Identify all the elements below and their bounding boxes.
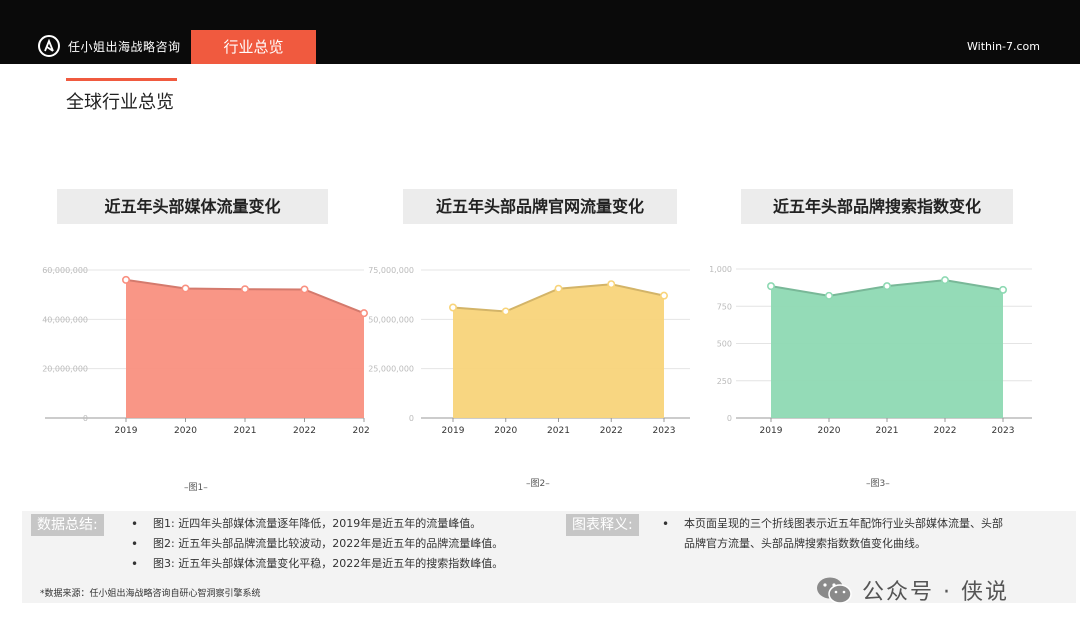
x-tick-label: 2022 xyxy=(934,426,957,436)
data-point xyxy=(767,282,776,291)
x-tick-label: 2020 xyxy=(494,426,517,436)
x-tick-label: 2019 xyxy=(442,426,465,436)
y-tick-label: 0 xyxy=(409,414,414,423)
watermark-text: 公众号 · 侠说 xyxy=(862,580,1009,605)
chart1-title: 近五年头部媒体流量变化 xyxy=(57,189,328,224)
chart3-caption: –图3– xyxy=(866,479,890,489)
data-point xyxy=(181,284,190,293)
x-tick-label: 2021 xyxy=(547,426,570,436)
chart3-area-chart: 0 250 500 750 1,000 2019 2020 2021 2022 2023 xyxy=(709,265,1032,436)
y-tick-label: 20,000,000 xyxy=(42,365,88,374)
y-tick-label: 250 xyxy=(717,377,732,386)
data-point xyxy=(554,284,563,293)
explain-list: 本页面呈现的三个折线图表示近五年配饰行业头部媒体流量、头部品牌官方流量、头部品牌… xyxy=(658,514,1003,554)
data-point xyxy=(998,285,1007,294)
wechat-icon xyxy=(817,577,852,604)
x-tick-label: 2022 xyxy=(600,426,623,436)
y-tick-label: 60,000,000 xyxy=(42,266,88,275)
y-tick-label: 25,000,000 xyxy=(368,365,414,374)
chart2-title: 近五年头部品牌官网流量变化 xyxy=(403,189,677,224)
y-tick-label: 50,000,000 xyxy=(368,315,414,324)
summary-item: 图2: 近五年头部品牌流量比较波动，2022年是近五年的品牌流量峰值。 xyxy=(127,534,567,554)
y-tick-label: 750 xyxy=(717,302,732,311)
summary-label: 数据总结: xyxy=(31,514,104,536)
area-fill xyxy=(453,284,664,418)
brand-name: 任小姐出海战略咨询 xyxy=(68,40,181,54)
y-tick-label: 0 xyxy=(83,414,88,423)
chart2-area-chart: 0 25,000,000 50,000,000 75,000,000 2019 2020 2… xyxy=(368,266,690,436)
y-tick-label: 500 xyxy=(717,340,732,349)
page-title: 全球行业总览 xyxy=(66,92,174,113)
data-source-note: *数据来源：任小姐出海战略咨询自研心智洞察引擎系统 xyxy=(40,589,261,599)
x-tick-label: 2019 xyxy=(115,426,138,436)
area-fill xyxy=(771,280,1003,418)
chart2-caption: –图2– xyxy=(526,479,550,489)
x-tick-label: 2023 xyxy=(653,426,676,436)
chart1-caption: –图1– xyxy=(184,483,208,493)
data-point xyxy=(883,282,892,291)
explain-text: 本页面呈现的三个折线图表示近五年配饰行业头部媒体流量、头部品牌官方流量、头部品牌… xyxy=(658,514,1003,554)
chart3-title: 近五年头部品牌搜索指数变化 xyxy=(741,189,1013,224)
x-tick-label: 2021 xyxy=(234,426,257,436)
summary-list: 图1: 近四年头部媒体流量逐年降低，2019年是近五年的流量峰值。 图2: 近五… xyxy=(127,514,567,574)
area-fill xyxy=(126,279,364,418)
y-tick-label: 0 xyxy=(727,414,732,423)
x-tick-label: 2022 xyxy=(293,426,316,436)
data-point xyxy=(241,285,250,294)
data-point xyxy=(941,276,950,285)
y-tick-label: 40,000,000 xyxy=(42,315,88,324)
summary-item: 图3: 近五年头部媒体流量变化平稳，2022年是近五年的搜索指数峰值。 xyxy=(127,554,567,574)
data-point xyxy=(607,280,616,289)
y-tick-label: 75,000,000 xyxy=(368,266,414,275)
x-tick-label: 2023 xyxy=(992,426,1015,436)
top-bar: 任小姐出海战略咨询 行业总览 Within-7.com xyxy=(0,0,1080,64)
data-point xyxy=(501,307,510,316)
data-point xyxy=(659,291,668,300)
x-tick-label: 2020 xyxy=(818,426,841,436)
chart1-area-chart: 0 20,000,000 40,000,000 60,000,000 2019 2020 2… xyxy=(42,266,370,436)
data-point xyxy=(122,275,131,284)
data-point xyxy=(825,291,834,300)
data-point xyxy=(449,303,458,312)
site-url[interactable]: Within-7.com xyxy=(967,40,1040,53)
tab-industry-overview[interactable]: 行业总览 xyxy=(191,30,316,64)
brand-logo-icon xyxy=(38,35,60,57)
title-accent-line xyxy=(66,78,177,81)
summary-item: 图1: 近四年头部媒体流量逐年降低，2019年是近五年的流量峰值。 xyxy=(127,514,567,534)
x-tick-label: 2021 xyxy=(876,426,899,436)
x-tick-label: 2020 xyxy=(174,426,197,436)
data-point xyxy=(300,285,309,294)
x-tick-label: 2019 xyxy=(760,426,783,436)
explain-label: 图表释义: xyxy=(566,514,639,536)
y-tick-label: 1,000 xyxy=(709,265,732,274)
